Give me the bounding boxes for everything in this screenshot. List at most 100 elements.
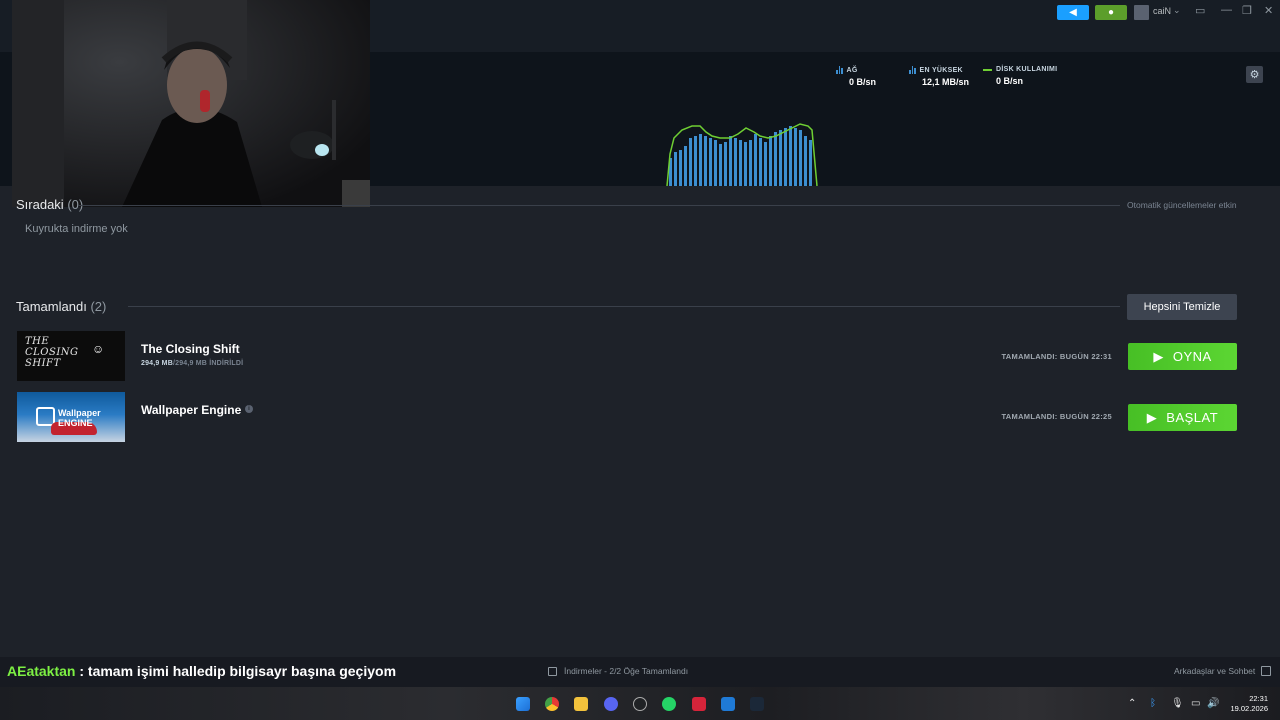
steam-icon[interactable]: [750, 697, 764, 711]
graph-bar: [764, 142, 767, 186]
disk-stat: DİSK KULLANIMI 0 B/sn: [983, 66, 1057, 86]
chat-message: : tamam işimi halledip bilgisayr başına …: [75, 663, 397, 679]
friends-icon: [1261, 666, 1272, 676]
network-icon[interactable]: ▭: [1191, 698, 1200, 709]
megaphone-icon: ◀: [1069, 7, 1077, 18]
network-label: AĞ: [846, 66, 858, 74]
graph-bar: [794, 128, 797, 186]
queue-title: Sıradaki: [16, 197, 64, 212]
peak-value: 12,1 MB/sn: [922, 77, 970, 87]
chevron-down-icon[interactable]: ⌄: [1173, 5, 1181, 16]
completed-heading: Tamamlandı (2): [16, 299, 106, 314]
disk-label: DİSK KULLANIMI: [996, 66, 1058, 73]
graph-bar: [719, 144, 722, 186]
file-explorer-icon[interactable]: [574, 697, 588, 711]
line-legend-icon: [983, 68, 992, 71]
downloads-status[interactable]: İndirmeler - 2/2 Öğe Tamamlandı: [548, 666, 688, 676]
monitor-icon[interactable]: ▭: [1195, 4, 1205, 17]
bluetooth-icon[interactable]: ᛒ: [1150, 698, 1156, 709]
graph-bar: [749, 140, 752, 186]
bar-chart-icon: [909, 66, 916, 74]
graph-bar: [779, 130, 782, 186]
graph-bar: [784, 128, 787, 186]
graph-bar: [709, 138, 712, 186]
windows-start-icon[interactable]: [516, 697, 530, 711]
graph-bar: [739, 140, 742, 186]
clock[interactable]: 22:31 19.02.2026: [1222, 694, 1268, 714]
graph-bar: [679, 150, 682, 186]
play-button[interactable]: ▶ OYNA: [1128, 343, 1237, 370]
launch-label: BAŞLAT: [1166, 410, 1219, 425]
graph-bar: [729, 136, 732, 186]
friends-chat-button[interactable]: Arkadaşlar ve Sohbet: [1174, 666, 1272, 676]
graph-bar: [799, 130, 802, 186]
close-icon[interactable]: ✕: [1264, 4, 1273, 17]
downloads-status-text: İndirmeler - 2/2 Öğe Tamamlandı: [564, 666, 689, 676]
mail-icon[interactable]: [721, 697, 735, 711]
friends-label: Arkadaşlar ve Sohbet: [1174, 666, 1256, 676]
discord-icon[interactable]: [604, 697, 618, 711]
avatar[interactable]: [1134, 5, 1149, 20]
graph-bar: [744, 142, 747, 186]
peak-stat: EN YÜKSEK 12,1 MB/sn: [909, 66, 969, 87]
announcements-button[interactable]: ◀: [1057, 5, 1089, 20]
completed-status: TAMAMLANDI: BUGÜN 22:25: [1001, 412, 1112, 421]
size-total: /294,9 MB İNDİRİLDİ: [172, 360, 244, 367]
completed-count: (2): [90, 299, 107, 314]
whatsapp-icon[interactable]: [662, 697, 676, 711]
chrome-icon[interactable]: [545, 697, 559, 711]
completed-status: TAMAMLANDI: BUGÜN 22:31: [1001, 352, 1112, 361]
chevron-up-icon[interactable]: ⌃: [1128, 698, 1136, 709]
info-icon[interactable]: i: [245, 405, 253, 413]
webcam-image: [12, 0, 370, 207]
graph-bar: [804, 136, 807, 186]
graph-bar: [789, 126, 792, 186]
app-icon[interactable]: [692, 697, 706, 711]
graph-bar: [724, 142, 727, 186]
graph-bar: [754, 134, 757, 186]
graph-bar: [759, 138, 762, 186]
graph-bar: [774, 132, 777, 186]
app-icon[interactable]: [633, 697, 647, 711]
game-title[interactable]: Wallpaper Engine: [141, 403, 241, 417]
maximize-icon[interactable]: ❐: [1242, 4, 1252, 17]
volume-icon[interactable]: 🔊: [1207, 698, 1219, 709]
game-thumbnail[interactable]: THE CLOSING SHIFT ☺: [17, 331, 125, 381]
graph-bar: [734, 138, 737, 186]
graph-bar: [809, 140, 812, 186]
graph-bar: [674, 152, 677, 186]
thumbnail-text: THE CLOSING SHIFT: [25, 336, 79, 369]
date: 19.02.2026: [1230, 704, 1268, 713]
chat-overlay: AEataktan : tamam işimi halledip bilgisa…: [7, 663, 396, 679]
thumbnail-text: Wallpaper ENGINE: [58, 408, 101, 428]
download-graph: [666, 123, 818, 186]
graph-bar: [694, 136, 697, 186]
divider: [128, 306, 1120, 307]
game-title[interactable]: The Closing Shift: [141, 342, 240, 356]
play-icon: ▶: [1153, 348, 1164, 364]
microphone-icon[interactable]: 🎙: [1171, 698, 1184, 709]
game-thumbnail[interactable]: Wallpaper ENGINE: [17, 392, 125, 442]
minimize-icon[interactable]: —: [1221, 4, 1232, 16]
graph-bar: [704, 136, 707, 186]
launch-button[interactable]: ▶ BAŞLAT: [1128, 404, 1237, 431]
gear-icon[interactable]: ⚙: [1246, 66, 1263, 83]
empty-queue-text: Kuyrukta indirme yok: [25, 223, 128, 235]
auto-updates-text: Otomatik güncellemeler etkin: [1127, 200, 1237, 210]
disk-value: 0 B/sn: [996, 76, 1024, 86]
completed-title: Tamamlandı: [16, 299, 87, 314]
graph-bar: [714, 140, 717, 186]
play-icon: ▶: [1146, 409, 1158, 425]
clear-all-button[interactable]: Hepsini Temizle: [1127, 294, 1237, 320]
divider: [78, 205, 1120, 206]
graph-bar: [689, 138, 692, 186]
play-label: OYNA: [1172, 349, 1212, 364]
download-icon: [548, 666, 557, 676]
time: 22:31: [1249, 694, 1268, 703]
webcam-overlay: [12, 0, 370, 207]
network-stat: AĞ 0 B/sn: [836, 66, 876, 87]
username[interactable]: caiN: [1153, 6, 1171, 16]
graph-bar: [699, 134, 702, 186]
size-done: 294,9 MB: [141, 360, 173, 367]
notifications-button[interactable]: ●: [1095, 5, 1127, 20]
